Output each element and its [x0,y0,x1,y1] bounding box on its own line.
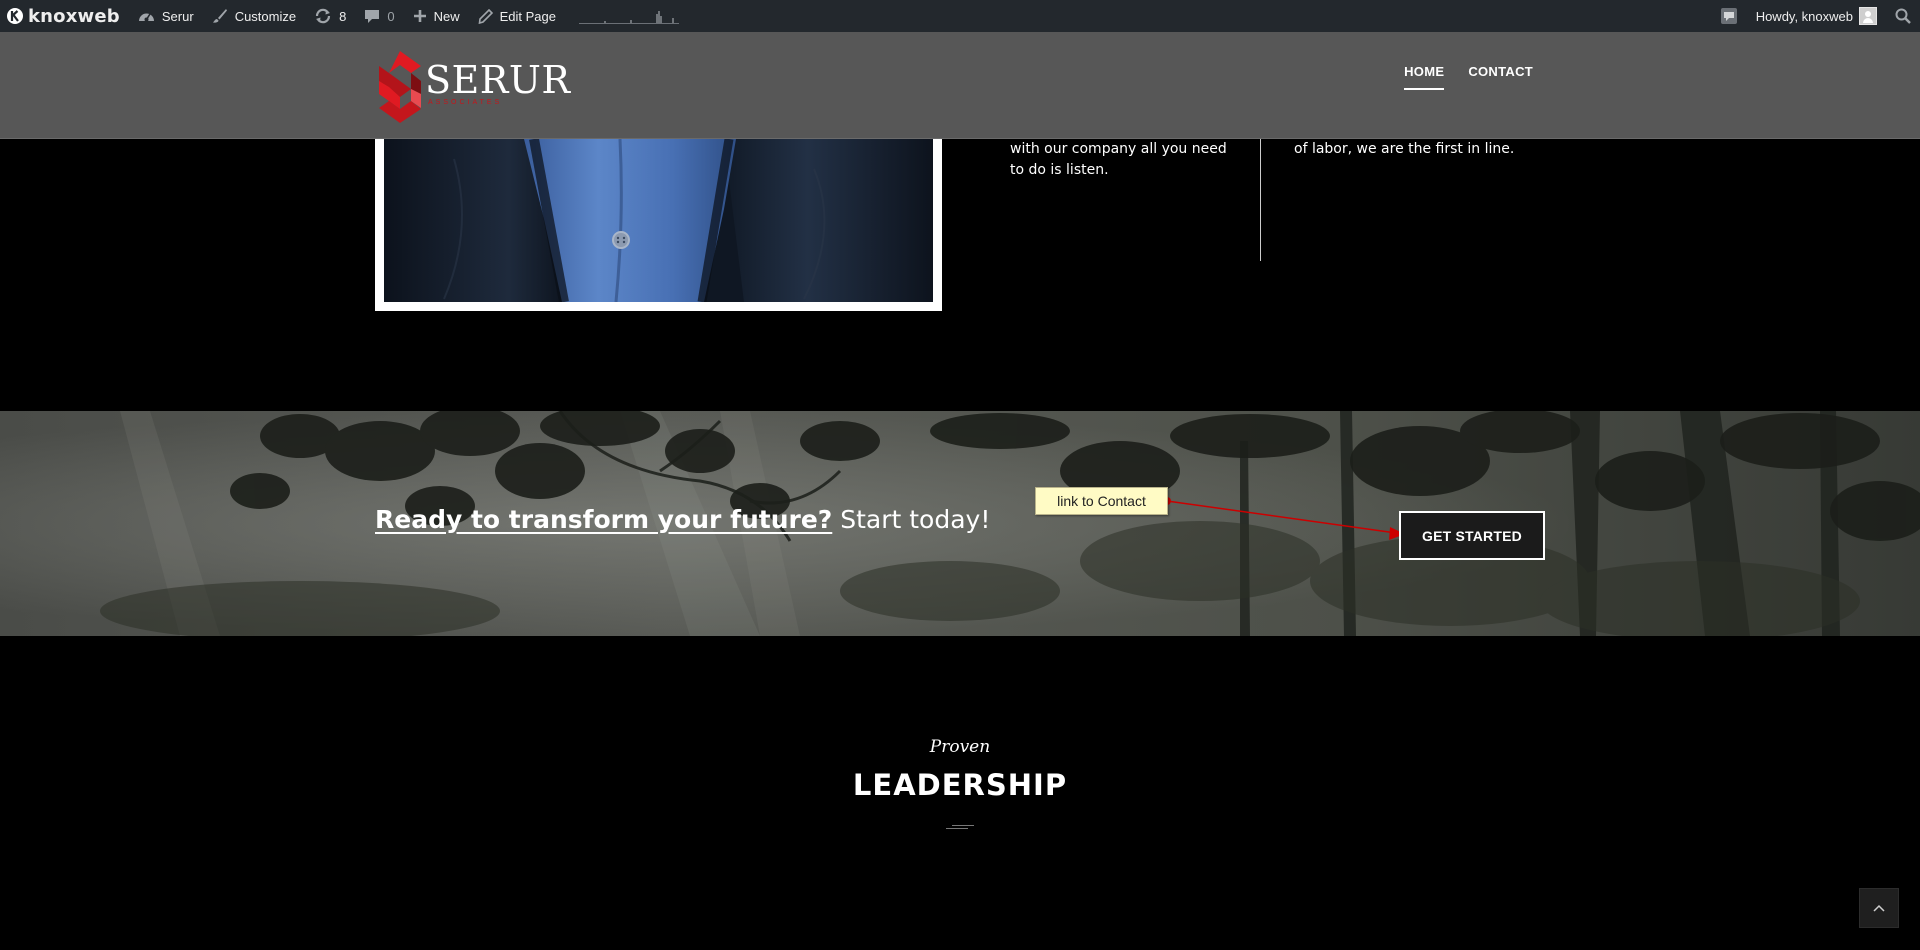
search-icon [1895,8,1911,24]
admin-account-menu[interactable]: Howdy, knoxweb [1747,0,1886,32]
leadership-section: Proven LEADERSHIP [0,636,1920,950]
section-kicker: Proven [929,737,991,757]
about-section: with our company all you need to do is l… [0,139,1920,411]
section-title: LEADERSHIP [852,768,1068,802]
admin-edit-page-link[interactable]: Edit Page [469,0,565,32]
about-photo [384,139,933,302]
stats-sparkline-icon [578,11,679,24]
get-started-button[interactable]: GET STARTED [1399,511,1545,560]
annotation-note[interactable]: link to Contact [1035,487,1168,515]
knoxweb-logo-icon [7,8,23,24]
serur-logo-mark-icon [379,51,421,123]
main-navigation: HOME CONTACT [1404,64,1533,90]
stats-sparkline[interactable] [565,0,688,32]
admin-new-link[interactable]: New [404,0,469,32]
admin-edit-page-label: Edit Page [499,8,556,24]
admin-notices-button[interactable] [1711,0,1747,32]
admin-site-link[interactable]: Serur [129,0,203,32]
column-divider [1260,139,1261,261]
chevron-up-icon [1873,904,1885,912]
admin-updates-link[interactable]: 8 [305,0,355,32]
admin-comments-count: 0 [387,8,395,24]
admin-customize-label: Customize [234,8,297,24]
admin-greeting: Howdy, knoxweb [1755,8,1853,24]
about-column-text-2: of labor, we are the first in line. [1294,141,1515,157]
cta-banner: Ready to transform your future? Start to… [0,411,1920,636]
site-header: SERUR ASSOCIATES HOME CONTACT [0,32,1920,139]
logo-wordmark: SERUR [425,58,571,102]
back-to-top-button[interactable] [1859,888,1899,928]
paintbrush-icon [212,9,227,23]
about-column-text-1: with our company all you need to do is l… [1010,141,1227,178]
admin-customize-link[interactable]: Customize [203,0,305,32]
cta-headline-link[interactable]: Ready to transform your future? [375,505,832,534]
title-divider [946,825,974,829]
nav-item-home[interactable]: HOME [1404,64,1445,90]
admin-updates-count: 8 [339,8,347,24]
plus-icon [413,10,426,22]
admin-site-name: Serur [161,8,194,24]
wp-admin-bar: knoxweb Serur Customize 8 0 New Edit Pag… [0,0,1920,32]
cta-headline: Ready to transform your future? Start to… [375,505,990,534]
admin-brand-label: knoxweb [28,5,120,27]
dashboard-icon [138,13,154,22]
avatar [1859,7,1877,25]
about-photo-frame [375,139,942,311]
admin-search-button[interactable] [1886,0,1920,32]
site-logo-link[interactable]: SERUR ASSOCIATES [378,50,571,124]
pencil-icon [478,8,493,24]
admin-brand[interactable]: knoxweb [0,0,129,32]
comment-bubble-icon [365,9,380,23]
businessman-photo-image [384,139,933,302]
admin-new-label: New [433,8,460,24]
notification-icon [1720,8,1737,24]
cta-headline-rest: Start today! [832,505,991,534]
nav-item-contact[interactable]: CONTACT [1468,64,1533,90]
updates-icon [316,8,331,24]
admin-comments-link[interactable]: 0 [355,0,403,32]
